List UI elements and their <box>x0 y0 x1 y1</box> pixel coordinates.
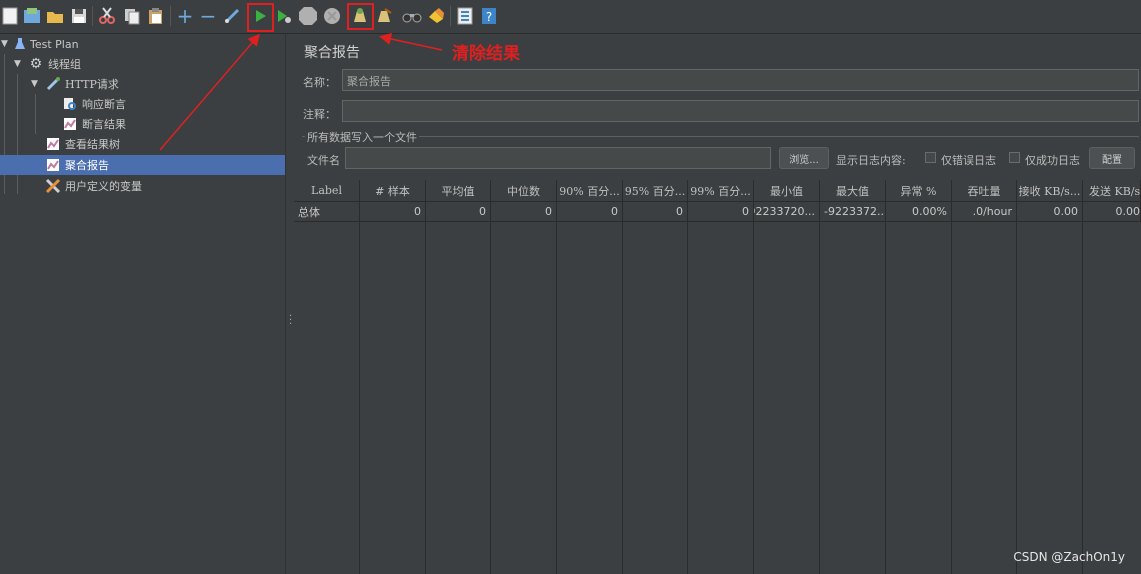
annotation-clear-results: 清除结果 <box>452 44 520 64</box>
jmeter-window: + − ? ▼ Test Plan ▼ ⚙ 线程组 ▼ HTTP请求 响应断言 … <box>0 0 1141 574</box>
watermark: CSDN @ZachOn1y <box>1013 550 1125 564</box>
annotation-arrows <box>159 33 443 151</box>
